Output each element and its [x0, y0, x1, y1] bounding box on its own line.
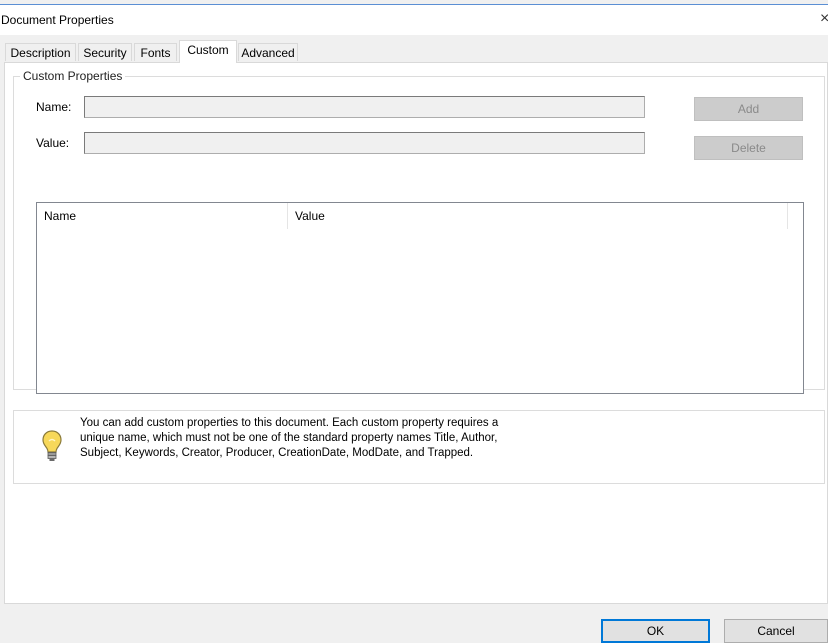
column-header-name[interactable]: Name	[37, 203, 288, 229]
tab-fonts[interactable]: Fonts	[134, 43, 177, 61]
info-box: You can add custom properties to this do…	[13, 410, 825, 484]
ok-button[interactable]: OK	[601, 619, 710, 643]
add-button[interactable]: Add	[694, 97, 803, 121]
custom-properties-list[interactable]: Name Value	[36, 202, 804, 394]
cancel-button[interactable]: Cancel	[724, 619, 828, 643]
tab-security[interactable]: Security	[78, 43, 132, 61]
name-input[interactable]	[84, 96, 645, 118]
lightbulb-icon	[42, 430, 62, 461]
title-bar: Document Properties ×	[0, 4, 828, 35]
column-header-value[interactable]: Value	[288, 203, 788, 229]
value-label: Value:	[36, 136, 70, 150]
custom-properties-group: Custom Properties Name: Value: Add Delet…	[13, 69, 825, 394]
tab-description[interactable]: Description	[5, 43, 76, 61]
tab-advanced[interactable]: Advanced	[238, 43, 298, 61]
close-icon[interactable]: ×	[820, 9, 828, 29]
name-label: Name:	[36, 100, 72, 114]
window-title: Document Properties	[1, 13, 114, 27]
custom-tab-panel: Custom Properties Name: Value: Add Delet…	[4, 62, 828, 604]
info-text: You can add custom properties to this do…	[80, 417, 499, 459]
custom-properties-legend: Custom Properties	[20, 69, 126, 83]
delete-button[interactable]: Delete	[694, 136, 803, 160]
value-input[interactable]	[84, 132, 645, 154]
tab-custom[interactable]: Custom	[179, 40, 237, 63]
